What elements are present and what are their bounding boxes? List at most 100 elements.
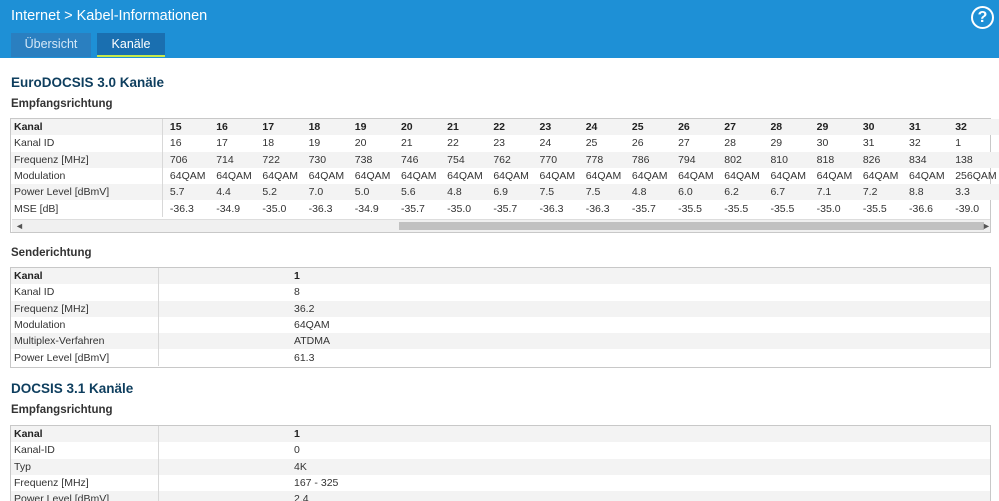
channel-value: 64QAM <box>724 170 760 183</box>
channel-value: 6.9 <box>490 184 537 201</box>
channel-value: -35.5 <box>862 202 887 215</box>
upstream-title: Senderichtung <box>11 247 92 259</box>
row-label: Kanal-ID <box>11 442 159 459</box>
row-label: MSE [dB] <box>11 200 163 217</box>
row-label: Kanal <box>11 268 159 285</box>
row-label: Typ <box>11 458 159 475</box>
downstream-row: Frequenz [MHz] 706 714 722 730 738 746 754 762 77… <box>11 151 999 168</box>
channel-value: 26 <box>675 119 722 136</box>
channel-value: -36.3 <box>169 202 194 215</box>
breadcrumb-internet[interactable]: Internet <box>11 8 60 24</box>
row-value: 1 <box>158 426 990 443</box>
channel-value: 738 <box>351 151 398 168</box>
channel-value: -36.3 <box>585 202 610 215</box>
channel-value: 810 <box>767 151 814 168</box>
row-label: Power Level [dBmV] <box>11 349 159 366</box>
channel-value: 31 <box>906 119 953 136</box>
row-label: Modulation <box>11 316 159 334</box>
channel-value: 722 <box>259 151 306 168</box>
upstream-row: Modulation 64QAM <box>11 316 990 334</box>
channel-value: 64QAM <box>631 170 668 183</box>
upstream-row: Kanal 1 <box>11 268 990 285</box>
breadcrumb-kabel-informationen: Kabel-Informationen <box>76 8 208 24</box>
channel-value: 23 <box>493 137 506 150</box>
channel-value: -35.0 <box>447 202 472 215</box>
channel-value: 23 <box>536 119 583 136</box>
channel-value: 29 <box>770 137 783 150</box>
channel-value: 26 <box>631 137 644 150</box>
downstream-row: Power Level [dBmV] 5.7 4.4 5.2 7.0 5.0 5.6 4.8 6… <box>11 184 999 201</box>
channel-value: -34.9 <box>216 202 241 215</box>
channel-value: 16 <box>213 119 260 136</box>
channel-value: -35.0 <box>816 202 841 215</box>
row-label: Multiplex-Verfahren <box>11 333 159 350</box>
channel-value: 27 <box>678 137 690 150</box>
channel-value: 20 <box>354 137 367 150</box>
downstream-title: Empfangsrichtung <box>11 98 113 110</box>
docsis31-row: Kanal 1 <box>11 426 990 443</box>
channel-value: 826 <box>859 151 907 168</box>
downstream-table-container[interactable]: Kanal 15 16 17 18 19 20 21 22 23 24 25 26 27 28 29 30 31 3… <box>10 118 999 233</box>
channel-value: -39.0 <box>955 202 980 215</box>
channel-value: 22 <box>490 119 537 136</box>
channel-value: 25 <box>628 119 676 136</box>
upstream-row: Power Level [dBmV] 61.3 <box>11 349 990 366</box>
row-label: Frequenz [MHz] <box>11 151 163 168</box>
channel-value: 24 <box>582 119 629 136</box>
channel-value: -35.5 <box>678 202 703 215</box>
channel-value: -35.7 <box>400 202 425 215</box>
channel-value: 7.2 <box>859 184 907 201</box>
help-icon[interactable]: ? <box>971 6 994 29</box>
channel-value: 5.0 <box>351 184 398 201</box>
horizontal-scrollbar[interactable]: ◄ ► <box>12 219 991 232</box>
channel-value: -35.7 <box>631 202 656 215</box>
channel-value: 16 <box>169 137 182 150</box>
channel-value: 5.2 <box>259 184 306 201</box>
channel-value: 6.2 <box>721 184 768 201</box>
row-label: Kanal ID <box>11 135 163 152</box>
scrollbar-thumb[interactable] <box>399 222 984 230</box>
channel-value: 21 <box>444 119 491 136</box>
channel-value: 7.5 <box>536 184 583 201</box>
channel-value: 21 <box>400 137 413 150</box>
channel-value: 64QAM <box>862 170 899 183</box>
channel-value: 7.1 <box>813 184 860 201</box>
upstream-table: Kanal 1 Kanal ID 8 Frequenz [MHz] 36.2 Modulat… <box>11 268 990 366</box>
channel-value: 64QAM <box>308 170 345 183</box>
row-value: 0 <box>294 444 300 457</box>
channel-value: 6.0 <box>675 184 722 201</box>
channel-value: 17 <box>259 119 306 136</box>
tab-kanaele[interactable]: Kanäle <box>97 33 165 57</box>
channel-value: 256QAM <box>955 170 997 183</box>
channel-value: -35.5 <box>724 202 749 215</box>
channel-value: 64QAM <box>447 170 483 183</box>
downstream-row: Kanal ID 16 17 18 19 20 21 22 23 24 25 26 27 28 29 30 31… <box>11 135 999 152</box>
scroll-right-icon[interactable]: ► <box>982 220 991 232</box>
downstream-table: Kanal 15 16 17 18 19 20 21 22 23 24 25 26 27 28 29 30 31 3… <box>11 119 999 217</box>
channel-value: 138 <box>952 151 999 168</box>
channel-value: 714 <box>213 151 260 168</box>
channel-value: 5.6 <box>397 184 445 201</box>
channel-value: 32 <box>952 119 999 136</box>
channel-value: -36.3 <box>539 202 564 215</box>
channel-value: 786 <box>628 151 676 168</box>
channel-value: 30 <box>859 119 907 136</box>
channel-value: 29 <box>813 119 860 136</box>
channel-value: 22 <box>447 137 459 150</box>
channel-value: 64QAM <box>354 170 391 183</box>
channel-value: 706 <box>162 151 214 168</box>
channel-value: 64QAM <box>169 170 206 183</box>
channel-value: 17 <box>216 137 228 150</box>
row-label: Modulation <box>11 167 163 185</box>
channel-value: 30 <box>816 137 829 150</box>
channel-value: 32 <box>909 137 921 150</box>
upstream-row: Frequenz [MHz] 36.2 <box>11 300 990 317</box>
channel-value: 18 <box>262 137 275 150</box>
scroll-left-icon[interactable]: ◄ <box>15 220 24 232</box>
tab-uebersicht[interactable]: Übersicht <box>11 33 91 57</box>
channel-value: 64QAM <box>216 170 252 183</box>
channel-value: 64QAM <box>539 170 576 183</box>
channel-value: 64QAM <box>816 170 853 183</box>
channel-value: 15 <box>162 119 214 136</box>
channel-value: 18 <box>305 119 352 136</box>
